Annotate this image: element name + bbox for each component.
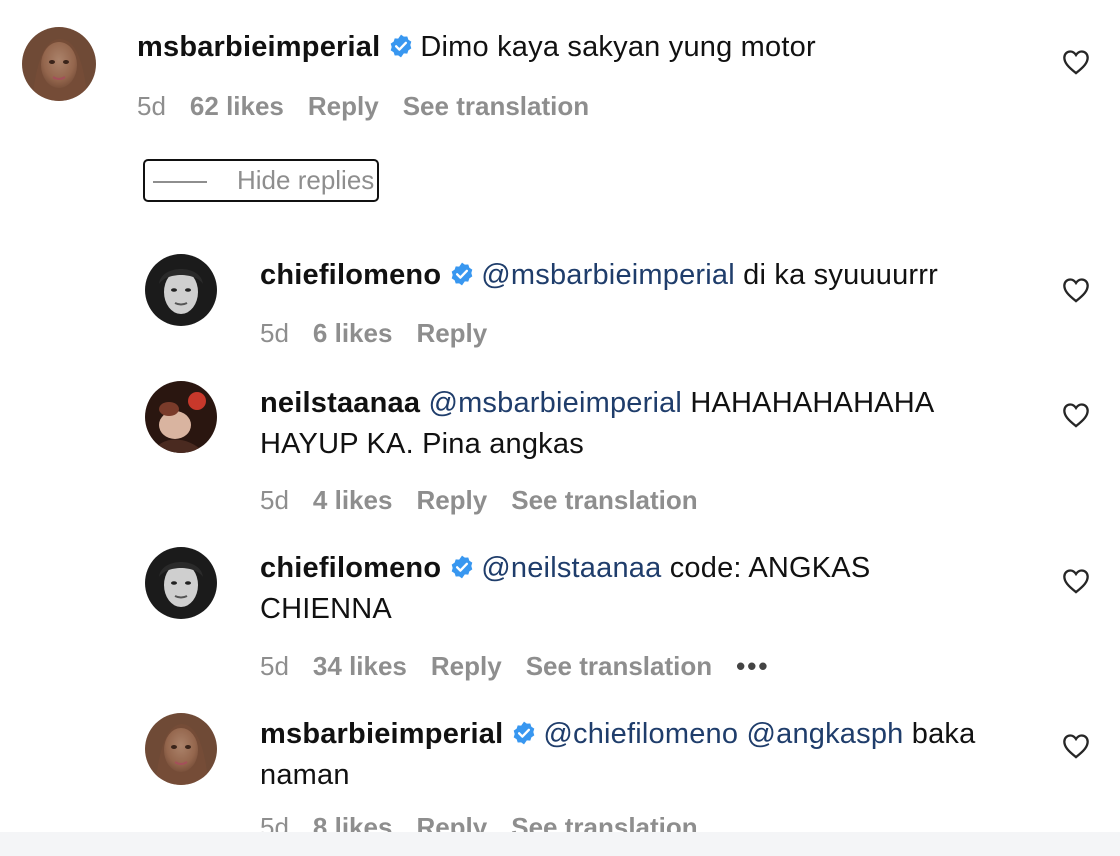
reply-likes[interactable]: 6 likes — [313, 318, 393, 349]
reply-age: 5d — [260, 318, 289, 348]
see-translation-button[interactable]: See translation — [403, 91, 589, 122]
comment-meta: 5d 62 likes Reply See translation — [137, 91, 613, 122]
reply-text-line2: CHIENNA — [260, 593, 392, 625]
hide-replies-button[interactable]: Hide replies — [143, 159, 379, 202]
reply-text-line1: HAHAHAHAHAHA — [690, 387, 935, 419]
reply-meta: 5d 34 likes Reply See translation ••• — [260, 651, 793, 682]
see-translation-button[interactable]: See translation — [511, 485, 697, 516]
reply-likes[interactable]: 34 likes — [313, 651, 407, 682]
bottom-cutoff — [0, 832, 1120, 856]
reply-meta: 5d 4 likes Reply See translation — [260, 485, 722, 516]
reply-button[interactable]: Reply — [416, 485, 487, 516]
reply-text-line1: code: ANGKAS — [669, 552, 871, 584]
mention-link[interactable]: @chiefilomeno — [543, 718, 738, 750]
avatar-msbarbieimperial[interactable] — [22, 27, 96, 101]
reply-body: chiefilomeno @neilstaanaa code: ANGKAS CH… — [260, 548, 1020, 630]
heart-outline-icon[interactable] — [1062, 402, 1090, 428]
comment-body: msbarbieimperial Dimo kaya sakyan yung mo… — [137, 27, 816, 68]
verified-badge-icon — [514, 721, 535, 745]
reply-likes[interactable]: 4 likes — [313, 485, 393, 516]
reply-button[interactable]: Reply — [431, 651, 502, 682]
verified-badge-icon — [391, 34, 412, 58]
reply-age: 5d — [260, 485, 289, 515]
reply-username[interactable]: chiefilomeno — [260, 259, 441, 291]
heart-outline-icon[interactable] — [1062, 568, 1090, 594]
hide-replies-label: Hide replies — [237, 165, 375, 195]
comment-username[interactable]: msbarbieimperial — [137, 31, 380, 63]
reply-body: chiefilomeno @msbarbieimperial di ka syuu… — [260, 255, 938, 296]
avatar-chiefilomeno[interactable] — [145, 254, 217, 326]
reply-username[interactable]: neilstaanaa — [260, 387, 420, 419]
reply-body: msbarbieimperial @chiefilomeno @angkasph … — [260, 714, 1040, 796]
reply-text: di ka syuuuurrr — [743, 259, 938, 291]
reply-meta: 5d 6 likes Reply — [260, 318, 511, 349]
reply-username[interactable]: msbarbieimperial — [260, 718, 503, 750]
reply-username[interactable]: chiefilomeno — [260, 552, 441, 584]
reply-body: neilstaanaa @msbarbieimperial HAHAHAHAHA… — [260, 383, 1020, 465]
comment-likes[interactable]: 62 likes — [190, 91, 284, 122]
reply-age: 5d — [260, 651, 289, 681]
reply-text-line2: naman — [260, 759, 350, 791]
see-translation-button[interactable]: See translation — [526, 651, 712, 682]
reply-button[interactable]: Reply — [416, 318, 487, 349]
heart-outline-icon[interactable] — [1062, 733, 1090, 759]
mention-link[interactable]: @msbarbieimperial — [481, 259, 735, 291]
avatar-neilstaanaa[interactable] — [145, 381, 217, 453]
comment-age: 5d — [137, 91, 166, 121]
mention-link[interactable]: @angkasph — [746, 718, 903, 750]
verified-badge-icon — [451, 262, 473, 286]
reply-text-line2: HAYUP KA. Pina angkas — [260, 428, 584, 460]
verified-badge-icon — [451, 555, 473, 579]
mention-link[interactable]: @msbarbieimperial — [428, 387, 682, 419]
more-options-icon[interactable]: ••• — [736, 651, 769, 682]
mention-link[interactable]: @neilstaanaa — [481, 552, 661, 584]
hide-replies-line — [153, 181, 207, 183]
reply-text-line1: baka — [911, 718, 976, 750]
avatar-msbarbieimperial[interactable] — [145, 713, 217, 785]
heart-outline-icon[interactable] — [1062, 277, 1090, 303]
heart-outline-icon[interactable] — [1062, 49, 1090, 75]
comment-text: Dimo kaya sakyan yung motor — [420, 31, 816, 63]
avatar-chiefilomeno[interactable] — [145, 547, 217, 619]
reply-button[interactable]: Reply — [308, 91, 379, 122]
